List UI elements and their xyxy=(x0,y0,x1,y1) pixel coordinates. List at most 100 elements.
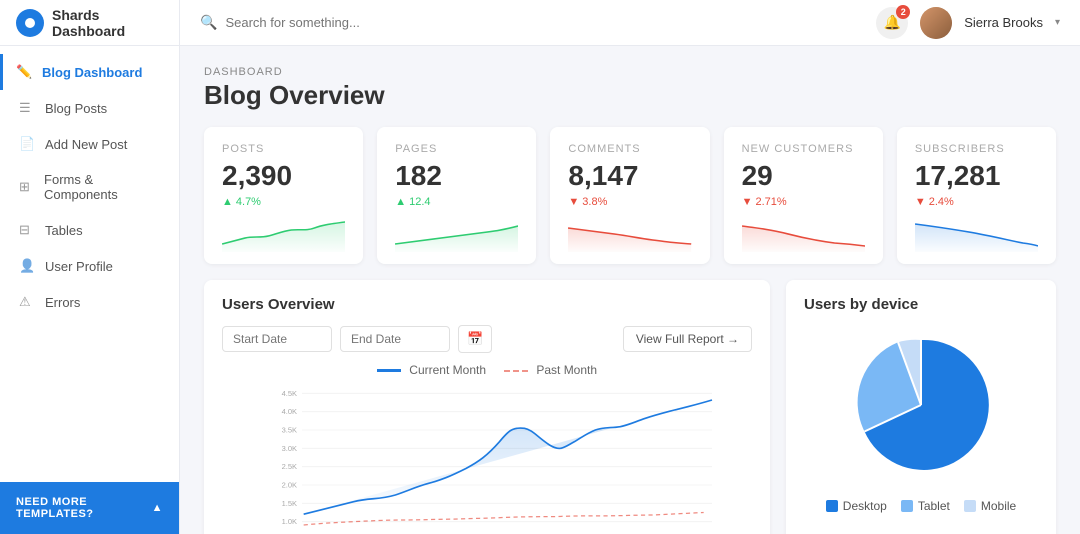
sidebar-footer-label: NEED MORE TEMPLATES? xyxy=(16,496,152,520)
main-area: 🔍 🔔 2 Sierra Brooks ▾ DASHBOARD Blog Ove… xyxy=(180,0,1080,534)
stat-change-comments: ▼3.8% xyxy=(568,196,691,208)
stat-sparkline-posts xyxy=(222,216,345,252)
stat-card-comments: COMMENTS 8,147 ▼3.8% xyxy=(550,127,709,264)
svg-text:4.5K: 4.5K xyxy=(282,389,297,398)
stat-sparkline-new-customers xyxy=(742,216,865,252)
user-menu-chevron[interactable]: ▾ xyxy=(1055,17,1060,28)
sidebar-item-forms-components[interactable]: ⊞ Forms & Components xyxy=(0,162,179,212)
svg-text:3.0K: 3.0K xyxy=(282,444,297,453)
topbar: 🔍 🔔 2 Sierra Brooks ▾ xyxy=(180,0,1080,46)
search-wrap: 🔍 xyxy=(200,14,864,31)
users-overview-title: Users Overview xyxy=(222,296,752,313)
tables-icon: ⊟ xyxy=(19,222,35,238)
sidebar: Shards Dashboard ✏️ Blog Dashboard ☰ Blo… xyxy=(0,0,180,534)
forms-components-icon: ⊞ xyxy=(19,179,34,195)
sidebar-item-add-new-post[interactable]: 📄 Add New Post xyxy=(0,126,179,162)
sidebar-brand[interactable]: Shards Dashboard xyxy=(0,0,179,46)
bottom-row: Users Overview 📅 View Full Report → Curr… xyxy=(204,280,1056,534)
blog-dashboard-icon: ✏️ xyxy=(16,64,32,80)
past-month-legend: Past Month xyxy=(504,363,597,377)
stat-sparkline-subscribers xyxy=(915,216,1038,252)
sidebar-item-tables[interactable]: ⊟ Tables xyxy=(0,212,179,248)
stat-change-posts: ▲4.7% xyxy=(222,196,345,208)
mobile-legend: Mobile xyxy=(964,499,1016,513)
pie-chart-container xyxy=(804,325,1038,485)
stat-card-subscribers: SUBSCRIBERS 17,281 ▼2.4% xyxy=(897,127,1056,264)
users-by-device-card: Users by device xyxy=(786,280,1056,534)
sidebar-item-label: Forms & Components xyxy=(44,172,163,202)
end-date-input[interactable] xyxy=(340,326,450,352)
chart-legend: Current Month Past Month xyxy=(222,363,752,377)
stat-sparkline-comments xyxy=(568,216,691,252)
stat-change-subscribers: ▼2.4% xyxy=(915,196,1038,208)
svg-text:4.0K: 4.0K xyxy=(282,407,297,416)
user-name: Sierra Brooks xyxy=(964,15,1043,30)
search-input[interactable] xyxy=(225,15,864,30)
breadcrumb: DASHBOARD xyxy=(204,66,1056,78)
stat-change-pages: ▲12.4 xyxy=(395,196,518,208)
notification-button[interactable]: 🔔 2 xyxy=(876,7,908,39)
users-by-device-title: Users by device xyxy=(804,296,1038,313)
stat-card-pages: PAGES 182 ▲12.4 xyxy=(377,127,536,264)
brand-icon xyxy=(16,9,44,37)
sidebar-item-errors[interactable]: ⚠ Errors xyxy=(0,284,179,320)
svg-text:3.5K: 3.5K xyxy=(282,425,297,434)
pie-chart xyxy=(841,325,1001,485)
desktop-legend: Desktop xyxy=(826,499,887,513)
sidebar-item-label: User Profile xyxy=(45,259,113,274)
brand-name: Shards Dashboard xyxy=(52,7,163,39)
sidebar-item-blog-dashboard[interactable]: ✏️ Blog Dashboard xyxy=(0,54,179,90)
notification-badge: 2 xyxy=(896,5,910,19)
mobile-label: Mobile xyxy=(981,499,1016,513)
tablet-label: Tablet xyxy=(918,499,950,513)
current-month-line xyxy=(377,369,401,372)
sidebar-item-label: Add New Post xyxy=(45,137,127,152)
stat-value-comments: 8,147 xyxy=(568,161,691,192)
stat-label-posts: POSTS xyxy=(222,143,345,155)
view-full-report-button[interactable]: View Full Report → xyxy=(623,326,752,352)
tablet-legend: Tablet xyxy=(901,499,950,513)
user-profile-icon: 👤 xyxy=(19,258,35,274)
stat-value-subscribers: 17,281 xyxy=(915,161,1038,192)
stat-value-new-customers: 29 xyxy=(742,161,865,192)
add-new-post-icon: 📄 xyxy=(19,136,35,152)
errors-icon: ⚠ xyxy=(19,294,35,310)
chart-controls: 📅 View Full Report → xyxy=(222,325,752,353)
pie-legend: Desktop Tablet Mobile xyxy=(804,499,1038,513)
stat-label-new-customers: NEW CUSTOMERS xyxy=(742,143,865,155)
sidebar-item-label: Errors xyxy=(45,295,80,310)
line-chart: 4.5K 4.0K 3.5K 3.0K 2.5K 2.0K 1.5K 1.0K xyxy=(222,385,752,534)
tablet-dot xyxy=(901,500,913,512)
sidebar-item-label: Blog Dashboard xyxy=(42,65,142,80)
stat-value-posts: 2,390 xyxy=(222,161,345,192)
stat-change-new-customers: ▼2.71% xyxy=(742,196,865,208)
sidebar-item-blog-posts[interactable]: ☰ Blog Posts xyxy=(0,90,179,126)
svg-text:1.0K: 1.0K xyxy=(282,517,297,526)
desktop-label: Desktop xyxy=(843,499,887,513)
svg-text:1.5K: 1.5K xyxy=(282,499,297,508)
stat-card-posts: POSTS 2,390 ▲4.7% xyxy=(204,127,363,264)
blog-posts-icon: ☰ xyxy=(19,100,35,116)
users-overview-card: Users Overview 📅 View Full Report → Curr… xyxy=(204,280,770,534)
stat-label-subscribers: SUBSCRIBERS xyxy=(915,143,1038,155)
chevron-up-icon: ▲ xyxy=(152,502,163,514)
topbar-right: 🔔 2 Sierra Brooks ▾ xyxy=(876,7,1060,39)
stat-card-new-customers: NEW CUSTOMERS 29 ▼2.71% xyxy=(724,127,883,264)
stat-value-pages: 182 xyxy=(395,161,518,192)
sidebar-footer-cta[interactable]: NEED MORE TEMPLATES? ▲ xyxy=(0,482,179,534)
search-icon: 🔍 xyxy=(200,14,217,31)
sidebar-item-user-profile[interactable]: 👤 User Profile xyxy=(0,248,179,284)
desktop-dot xyxy=(826,500,838,512)
stat-sparkline-pages xyxy=(395,216,518,252)
current-month-legend: Current Month xyxy=(377,363,486,377)
page-title: Blog Overview xyxy=(204,80,1056,111)
sidebar-nav: ✏️ Blog Dashboard ☰ Blog Posts 📄 Add New… xyxy=(0,46,179,482)
page-heading: DASHBOARD Blog Overview xyxy=(204,66,1056,111)
sidebar-item-label: Blog Posts xyxy=(45,101,107,116)
calendar-button[interactable]: 📅 xyxy=(458,325,492,353)
start-date-input[interactable] xyxy=(222,326,332,352)
svg-text:2.0K: 2.0K xyxy=(282,480,297,489)
mobile-dot xyxy=(964,500,976,512)
past-month-line xyxy=(504,370,528,372)
stat-label-pages: PAGES xyxy=(395,143,518,155)
